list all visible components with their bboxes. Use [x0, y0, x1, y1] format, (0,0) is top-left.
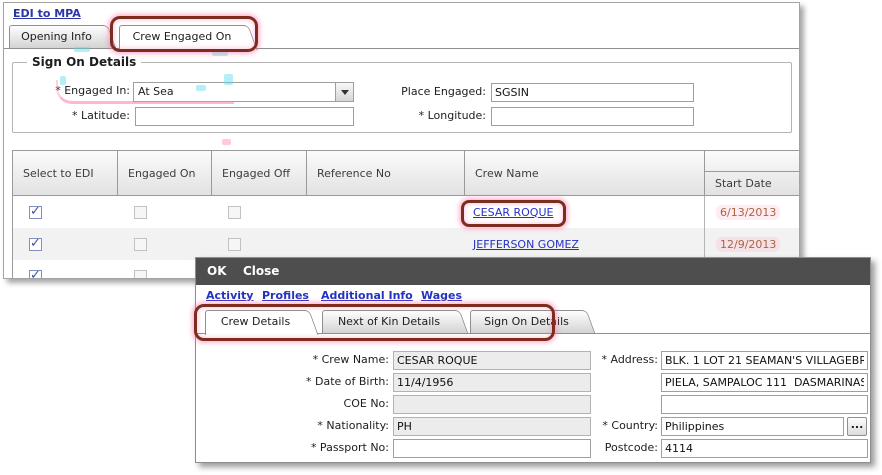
tab-crew-details-label: Crew Details	[221, 315, 290, 328]
tab-opening-info[interactable]: Opening Info	[9, 25, 104, 48]
main-window: EDI to MPA Opening Info Crew Engaged On …	[3, 2, 800, 279]
engaged-in-value: At Sea	[138, 85, 174, 98]
start-date-value: 6/13/2013	[716, 205, 780, 220]
close-button[interactable]: Close	[243, 264, 279, 278]
place-engaged-input[interactable]	[491, 83, 694, 102]
additional-info-link[interactable]: Additional Info	[321, 289, 413, 302]
country-browse-button[interactable]: ...	[847, 417, 867, 436]
dialog-toolbar: OK Close	[196, 258, 870, 285]
tab-crew-details[interactable]: Crew Details	[205, 310, 306, 335]
profiles-link[interactable]: Profiles	[262, 289, 309, 302]
tab-next-of-kin-details[interactable]: Next of Kin Details	[322, 310, 456, 333]
tab-crew-engaged-on[interactable]: Crew Engaged On	[119, 25, 245, 50]
latitude-label: * Latitude:	[22, 109, 130, 122]
crew-name-link[interactable]: JEFFERSON GOMEZ	[473, 238, 579, 251]
reference-no-cell	[307, 228, 465, 260]
address-line2-field[interactable]	[661, 373, 868, 392]
coe-no-label: COE No:	[251, 397, 389, 410]
ok-button[interactable]: OK	[207, 264, 227, 278]
dialog-link-bar: Activity Profiles Additional Info Wages	[196, 289, 870, 305]
passport-no-field[interactable]	[393, 439, 591, 458]
place-engaged-label: Place Engaged:	[374, 85, 486, 98]
crew-name-field[interactable]	[393, 351, 591, 370]
start-date-header-spacer	[705, 151, 800, 172]
postcode-field[interactable]	[661, 439, 868, 458]
crew-details-dialog: OK Close Activity Profiles Additional In…	[195, 257, 871, 463]
tab-next-of-kin-details-label: Next of Kin Details	[338, 315, 440, 328]
checkbox-select-to-edi[interactable]	[29, 206, 42, 219]
activity-link[interactable]: Activity	[206, 289, 253, 302]
wages-link[interactable]: Wages	[421, 289, 462, 302]
address-label: * Address:	[576, 353, 658, 366]
tab-crew-engaged-on-label: Crew Engaged On	[133, 30, 232, 43]
postcode-label: Postcode:	[576, 441, 658, 454]
tab-sign-on-details-label: Sign On Details	[484, 315, 569, 328]
engaged-in-label: * Engaged In:	[22, 84, 130, 97]
tab-sign-on-details[interactable]: Sign On Details	[470, 310, 583, 333]
column-header-engaged-off: Engaged Off	[212, 151, 307, 195]
address-line3-field[interactable]	[661, 395, 868, 414]
table-row: JEFFERSON GOMEZ 12/9/2013	[13, 228, 800, 260]
checkbox-engaged-off[interactable]	[228, 206, 241, 219]
longitude-input[interactable]	[491, 107, 694, 126]
tab-opening-info-label: Opening Info	[21, 30, 92, 43]
checkbox-engaged-on[interactable]	[134, 206, 147, 219]
address-line1-field[interactable]	[661, 351, 868, 370]
column-header-engaged-on: Engaged On	[118, 151, 212, 195]
crew-name-label: * Crew Name:	[251, 353, 389, 366]
nationality-label: * Nationality:	[251, 419, 389, 432]
reference-no-cell	[307, 196, 465, 228]
column-header-select-to-edi: Select to EDI	[13, 151, 118, 195]
checkbox-engaged-on[interactable]	[134, 238, 147, 251]
nationality-field[interactable]	[393, 417, 591, 436]
country-field[interactable]	[661, 417, 844, 436]
column-header-start-date: Start Date	[705, 151, 800, 195]
date-of-birth-field[interactable]	[393, 373, 591, 392]
country-label: * Country:	[576, 419, 658, 432]
start-date-header-label: Start Date	[705, 172, 800, 195]
checkbox-select-to-edi[interactable]	[29, 238, 42, 251]
start-date-value: 12/9/2013	[716, 237, 780, 252]
latitude-input[interactable]	[135, 107, 354, 126]
column-header-reference-no: Reference No	[307, 151, 465, 195]
chevron-down-icon[interactable]	[335, 83, 353, 101]
table-row: CESAR ROQUE 6/13/2013	[13, 196, 800, 228]
checkbox-engaged-on[interactable]	[134, 270, 147, 280]
sign-on-details-legend: Sign On Details	[27, 55, 141, 69]
edi-to-mpa-link[interactable]: EDI to MPA	[13, 7, 81, 20]
checkbox-engaged-off[interactable]	[228, 238, 241, 251]
date-of-birth-label: * Date of Birth:	[251, 375, 389, 388]
passport-no-label: * Passport No:	[251, 441, 389, 454]
crew-table-header: Select to EDI Engaged On Engaged Off Ref…	[13, 151, 800, 196]
checkbox-select-to-edi[interactable]	[29, 270, 42, 280]
coe-no-field[interactable]	[393, 395, 591, 414]
column-header-crew-name: Crew Name	[465, 151, 705, 195]
engaged-in-select[interactable]: At Sea	[133, 82, 354, 102]
crew-name-link[interactable]: CESAR ROQUE	[473, 206, 553, 219]
longitude-label: * Longitude:	[374, 109, 486, 122]
ellipsis-icon: ...	[851, 418, 864, 431]
